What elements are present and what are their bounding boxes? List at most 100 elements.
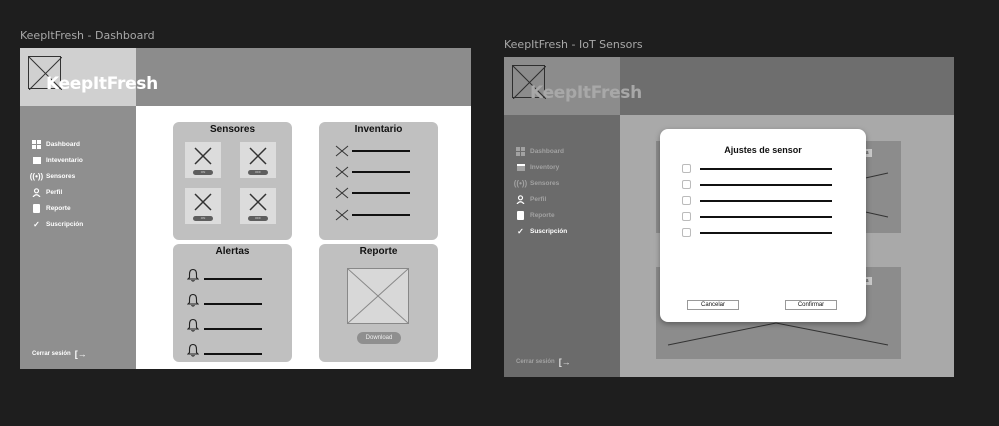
sensor-placeholder-icon bbox=[249, 147, 267, 165]
logout-label: Cerrar sesión bbox=[32, 351, 71, 357]
sidebar-item-dashboard[interactable]: Dashboard bbox=[516, 143, 567, 159]
item-placeholder-icon bbox=[335, 187, 349, 199]
alert-text-line bbox=[204, 278, 262, 280]
list-item[interactable] bbox=[187, 268, 262, 282]
sensor-placeholder-icon bbox=[194, 193, 212, 211]
logout-icon: [→ bbox=[74, 349, 87, 359]
logout-label: Cerrar sesión bbox=[516, 359, 555, 365]
sidebar-item-perfil[interactable]: Perfil bbox=[516, 191, 567, 207]
sensor-placeholder-icon bbox=[249, 193, 267, 211]
bell-icon bbox=[187, 293, 199, 307]
sidebar-item-sensores[interactable]: ((•)) Sensores bbox=[513, 175, 567, 191]
setting-text-line bbox=[700, 167, 832, 170]
setting-text-line bbox=[700, 199, 832, 202]
list-item[interactable] bbox=[187, 293, 262, 307]
item-placeholder-icon bbox=[335, 145, 349, 157]
setting-row[interactable] bbox=[682, 164, 832, 173]
sensor-toggle[interactable]: ON bbox=[193, 170, 213, 175]
setting-row[interactable] bbox=[682, 212, 832, 221]
setting-checkbox[interactable] bbox=[682, 228, 691, 237]
item-text-line bbox=[352, 192, 410, 194]
alert-text-line bbox=[204, 328, 262, 330]
sidebar-item-inventario[interactable]: Inteventario bbox=[32, 152, 83, 168]
dashboard-icon bbox=[516, 146, 525, 156]
sensor-icon: ((•)) bbox=[29, 171, 44, 181]
alertas-card: Alertas bbox=[173, 244, 292, 362]
sensores-card: Sensores ON OFF ON OFF bbox=[173, 122, 292, 240]
sidebar-item-label: Suscripción bbox=[530, 227, 568, 235]
sidebar-item-sensores[interactable]: ((•)) Sensores bbox=[29, 168, 83, 184]
item-text-line bbox=[352, 150, 410, 152]
sidebar-item-label: Dashboard bbox=[46, 140, 80, 148]
sidebar-item-reporte[interactable]: Reporte bbox=[32, 200, 83, 216]
sidebar-item-reporte[interactable]: Reporte bbox=[516, 207, 567, 223]
sidebar-item-label: Inteventario bbox=[46, 156, 83, 164]
setting-row[interactable] bbox=[682, 228, 832, 237]
frame-title-dashboard: KeepItFresh - Dashboard bbox=[20, 29, 155, 42]
setting-text-line bbox=[700, 215, 832, 218]
dashboard-icon bbox=[32, 139, 41, 149]
dashboard-frame: KeepItFresh Dashboard Inteventario ((•))… bbox=[20, 48, 471, 369]
sidebar-item-suscripcion[interactable]: ✓ Suscripción bbox=[32, 216, 83, 232]
setting-checkbox[interactable] bbox=[682, 180, 691, 189]
setting-checkbox[interactable] bbox=[682, 164, 691, 173]
confirm-button[interactable]: Confirmar bbox=[785, 300, 837, 310]
sensor-toggle[interactable]: ON bbox=[193, 216, 213, 221]
document-icon bbox=[516, 210, 525, 220]
sidebar-item-label: Suscripción bbox=[46, 220, 84, 228]
sensor-icon: ((•)) bbox=[513, 178, 528, 188]
setting-row[interactable] bbox=[682, 180, 832, 189]
sensor-toggle[interactable]: OFF bbox=[248, 170, 268, 175]
item-placeholder-icon bbox=[335, 209, 349, 221]
sidebar-item-inventory[interactable]: Inventory bbox=[516, 159, 567, 175]
sidebar-item-label: Perfil bbox=[530, 195, 547, 203]
list-item[interactable] bbox=[335, 209, 410, 221]
sensor-tile[interactable]: OFF bbox=[240, 188, 276, 224]
report-image-placeholder bbox=[347, 268, 409, 324]
alert-text-line bbox=[204, 353, 262, 355]
list-item[interactable] bbox=[187, 343, 262, 357]
inventory-icon bbox=[516, 163, 525, 172]
alert-text-line bbox=[204, 303, 262, 305]
iot-sensors-frame: KeepItFresh Dashboard Inventory ((•)) Se… bbox=[504, 57, 954, 377]
setting-checkbox[interactable] bbox=[682, 196, 691, 205]
download-button[interactable]: Download bbox=[357, 332, 401, 344]
reporte-title: Reporte bbox=[359, 246, 398, 257]
list-item[interactable] bbox=[335, 166, 410, 178]
list-item[interactable] bbox=[335, 145, 410, 157]
sidebar-item-perfil[interactable]: Perfil bbox=[32, 184, 83, 200]
setting-row[interactable] bbox=[682, 196, 832, 205]
user-icon bbox=[516, 194, 525, 204]
sidebar-item-dashboard[interactable]: Dashboard bbox=[32, 136, 83, 152]
item-text-line bbox=[352, 171, 410, 173]
list-item[interactable] bbox=[187, 318, 262, 332]
logout-button[interactable]: Cerrar sesión [→ bbox=[516, 357, 571, 367]
sensor-settings-modal: Ajustes de sensor Cancelar Confirmar bbox=[660, 129, 866, 322]
setting-text-line bbox=[700, 231, 832, 234]
sidebar-item-label: Reporte bbox=[530, 211, 555, 219]
check-icon: ✓ bbox=[517, 226, 524, 236]
sensor-tile[interactable]: OFF bbox=[240, 142, 276, 178]
modal-title: Ajustes de sensor bbox=[724, 145, 802, 155]
sensor-placeholder-icon bbox=[194, 147, 212, 165]
sidebar-nav: Dashboard Inteventario ((•)) Sensores Pe… bbox=[29, 136, 83, 232]
inventario-title: Inventario bbox=[354, 124, 403, 135]
document-icon bbox=[32, 203, 41, 213]
sidebar-item-label: Sensores bbox=[46, 172, 76, 180]
setting-text-line bbox=[700, 183, 832, 186]
user-icon bbox=[32, 187, 41, 197]
sensor-toggle[interactable]: OFF bbox=[248, 216, 268, 221]
check-icon: ✓ bbox=[33, 219, 40, 229]
cancel-button[interactable]: Cancelar bbox=[687, 300, 739, 310]
sidebar: Dashboard Inteventario ((•)) Sensores Pe… bbox=[20, 106, 136, 369]
alertas-title: Alertas bbox=[215, 246, 250, 257]
logout-button[interactable]: Cerrar sesión [→ bbox=[32, 349, 87, 359]
bell-icon bbox=[187, 343, 199, 357]
inventory-icon bbox=[32, 156, 41, 165]
setting-checkbox[interactable] bbox=[682, 212, 691, 221]
sensor-tile[interactable]: ON bbox=[185, 142, 221, 178]
list-item[interactable] bbox=[335, 187, 410, 199]
sidebar: Dashboard Inventory ((•)) Sensores Perfi… bbox=[504, 115, 620, 377]
sidebar-item-suscripcion[interactable]: ✓ Suscripción bbox=[516, 223, 567, 239]
sensor-tile[interactable]: ON bbox=[185, 188, 221, 224]
